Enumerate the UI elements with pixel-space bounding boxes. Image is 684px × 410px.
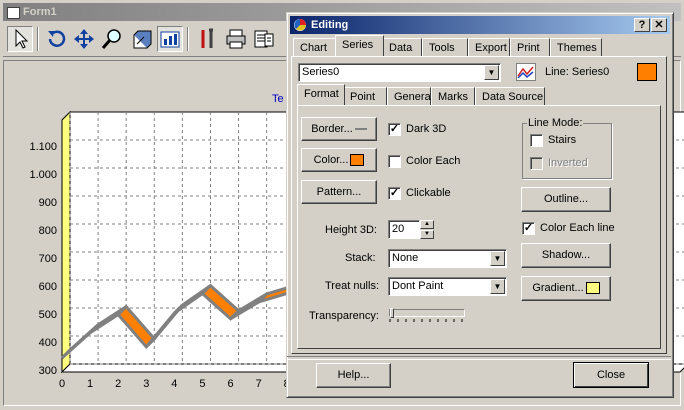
x-tick-label: 6: [227, 378, 234, 390]
color-each-line-checkbox[interactable]: ✓: [522, 222, 535, 235]
slider-ticks: [389, 319, 463, 322]
pattern-button[interactable]: Pattern...: [301, 180, 377, 204]
stack-label: Stack:: [345, 252, 376, 264]
editing-dialog: Editing ? ✕ Chart Series Data Tools Export Pr…: [286, 12, 674, 398]
outline-button[interactable]: Outline...: [521, 187, 611, 212]
transparency-slider[interactable]: [389, 308, 465, 318]
y-tick-label: 700: [38, 253, 57, 265]
height3d-input[interactable]: 20: [388, 220, 420, 239]
gradient-button[interactable]: Gradient...: [521, 276, 611, 301]
subtab-format[interactable]: Format: [297, 84, 345, 105]
color-swatch: [350, 154, 365, 167]
inverted-checkbox[interactable]: [530, 157, 543, 170]
dialog-title: Editing: [311, 19, 349, 31]
y-tick-label: 600: [38, 281, 57, 293]
subtab-point[interactable]: Point: [343, 87, 387, 105]
x-tick-label: 7: [255, 378, 262, 390]
y-tick-label: 500: [38, 309, 57, 321]
series-kind-label: Line: Series0: [545, 66, 610, 78]
x-tick-label: 0: [58, 378, 66, 390]
treat-nulls-select[interactable]: Dont Paint ▼: [388, 277, 507, 296]
slider-thumb[interactable]: [390, 308, 394, 318]
tab-print[interactable]: Print: [510, 38, 550, 56]
height3d-label: Height 3D:: [325, 224, 377, 236]
help-button[interactable]: Help...: [316, 363, 391, 388]
close-caption-button[interactable]: ✕: [651, 18, 667, 32]
bottom-divider: [287, 356, 671, 360]
clickable-checkbox[interactable]: ✓: [388, 187, 401, 200]
y-tick-label: 900: [38, 197, 57, 209]
help-caption-button[interactable]: ?: [634, 18, 650, 32]
x-tick-label: 1: [87, 378, 94, 390]
series-color-swatch[interactable]: [637, 63, 657, 81]
tab-tools[interactable]: Tools: [422, 38, 468, 56]
spin-down-icon: ▼: [420, 230, 434, 239]
clickable-label: Clickable: [406, 187, 451, 199]
tab-export[interactable]: Export: [468, 38, 510, 56]
subtab-general[interactable]: General: [387, 87, 433, 105]
gradient-swatch: [585, 282, 600, 295]
spin-up-icon: ▲: [420, 220, 434, 229]
inverted-label: Inverted: [548, 157, 588, 169]
x-tick-label: 3: [143, 378, 150, 390]
y-tick-label: 1.000: [29, 169, 57, 181]
chevron-down-icon: ▼: [490, 251, 505, 266]
stairs-label: Stairs: [548, 134, 577, 146]
series-select[interactable]: Series0 ▼: [298, 63, 501, 82]
shadow-button[interactable]: Shadow...: [521, 243, 611, 268]
tab-series[interactable]: Series: [335, 35, 384, 56]
color-each-label: Color Each: [406, 155, 461, 167]
subtab-data-source[interactable]: Data Source: [475, 87, 545, 105]
color-each-line-label: Color Each line: [540, 222, 615, 234]
color-button[interactable]: Color...: [301, 148, 377, 172]
tab-data[interactable]: Data: [382, 38, 422, 56]
stack-select[interactable]: None ▼: [388, 249, 507, 268]
line-mode-group: [522, 123, 612, 179]
teechart-icon: [294, 19, 306, 31]
y-tick-label: 300: [38, 365, 57, 377]
subtab-marks[interactable]: Marks: [431, 87, 475, 105]
line-series-icon: [516, 63, 536, 81]
tab-themes[interactable]: Themes: [550, 38, 602, 56]
chart-left-wall: [61, 110, 71, 374]
x-tick-label: 2: [115, 378, 122, 390]
transparency-label: Transparency:: [309, 310, 379, 322]
chevron-down-icon: ▼: [484, 65, 499, 80]
tab-chart[interactable]: Chart: [293, 38, 337, 56]
x-tick-label: 5: [199, 378, 206, 390]
color-each-checkbox[interactable]: [388, 155, 401, 168]
x-tick-label: 4: [171, 378, 178, 390]
line-mode-label: Line Mode:: [527, 117, 584, 129]
dark3d-label: Dark 3D: [406, 123, 447, 135]
height3d-spinner[interactable]: ▲ ▼: [420, 220, 434, 239]
y-tick-label: 1.100: [29, 141, 57, 153]
dark3d-checkbox[interactable]: ✓: [388, 123, 401, 136]
dialog-titlebar[interactable]: Editing ? ✕: [290, 16, 670, 34]
border-button[interactable]: Border...: [301, 117, 377, 141]
treat-nulls-label: Treat nulls:: [325, 280, 380, 292]
y-tick-label: 400: [38, 337, 57, 349]
y-tick-label: 800: [38, 225, 57, 237]
chevron-down-icon: ▼: [490, 279, 505, 294]
stairs-checkbox[interactable]: [530, 134, 543, 147]
close-button[interactable]: Close: [573, 362, 649, 388]
